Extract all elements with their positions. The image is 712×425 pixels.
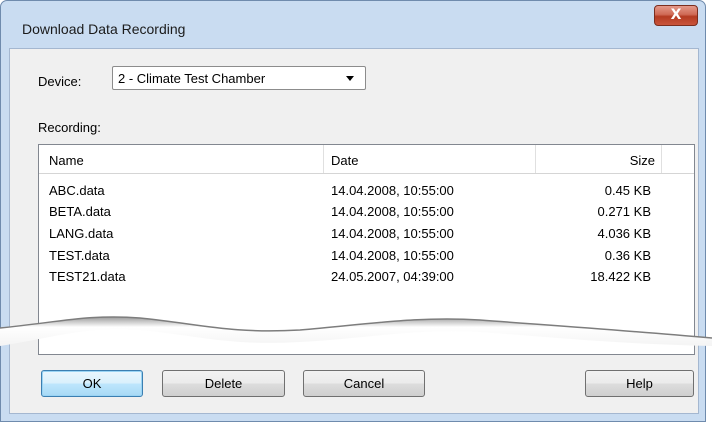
row-size: 0.271 KB xyxy=(597,204,652,219)
row-size: 0.36 KB xyxy=(604,248,651,263)
row-size: 18.422 KB xyxy=(590,269,651,284)
column-header-date[interactable]: Date xyxy=(331,153,358,168)
row-name: BETA.data xyxy=(49,204,111,219)
row-date: 14.04.2008, 10:55:00 xyxy=(331,204,454,219)
column-header-name[interactable]: Name xyxy=(49,153,84,168)
cancel-button[interactable]: Cancel xyxy=(303,370,425,397)
row-name: LANG.data xyxy=(49,226,114,241)
column-header-size[interactable]: Size xyxy=(535,153,655,168)
help-button[interactable]: Help xyxy=(585,370,694,397)
row-size: 0.45 KB xyxy=(604,183,651,198)
device-dropdown[interactable]: 2 - Climate Test Chamber xyxy=(112,66,366,90)
row-name: TEST.data xyxy=(49,248,110,263)
device-selected-value: 2 - Climate Test Chamber xyxy=(118,71,266,86)
close-button[interactable]: X xyxy=(654,5,698,26)
close-icon: X xyxy=(670,7,682,23)
torn-edge-graphic xyxy=(0,316,712,346)
row-name: TEST21.data xyxy=(49,269,126,284)
column-separator[interactable] xyxy=(323,145,324,173)
chevron-down-icon[interactable] xyxy=(346,76,354,81)
device-label: Device: xyxy=(38,74,82,89)
row-date: 14.04.2008, 10:55:00 xyxy=(331,183,454,198)
row-date: 14.04.2008, 10:55:00 xyxy=(331,248,454,263)
row-name: ABC.data xyxy=(49,183,105,198)
delete-button[interactable]: Delete xyxy=(162,370,285,397)
window-title: Download Data Recording xyxy=(22,21,186,37)
column-separator[interactable] xyxy=(661,145,662,173)
row-date: 24.05.2007, 04:39:00 xyxy=(331,269,454,284)
row-size: 4.036 KB xyxy=(597,226,652,241)
row-date: 14.04.2008, 10:55:00 xyxy=(331,226,454,241)
recording-label: Recording: xyxy=(38,120,101,135)
list-header: Name Date Size xyxy=(39,145,694,174)
ok-button[interactable]: OK xyxy=(41,370,143,397)
